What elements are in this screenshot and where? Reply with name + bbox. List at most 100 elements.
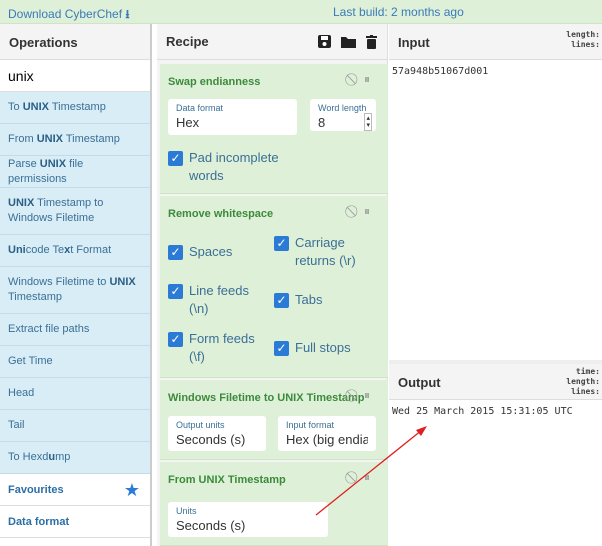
operation-item[interactable]: Parse UNIX file permissions: [0, 156, 150, 188]
operation-item[interactable]: Tail: [0, 410, 150, 442]
field-value: Hex (big endian): [286, 432, 368, 447]
label-part: UNIX: [109, 276, 136, 288]
label-part: From: [8, 133, 37, 145]
pause-icon[interactable]: ⏸: [364, 388, 370, 403]
input-format-field[interactable]: Input format Hex (big endian): [278, 416, 376, 451]
checkbox-label: Pad incomplete words: [189, 150, 279, 183]
operation-label: Parse UNIX file permissions: [8, 157, 142, 187]
stepper-icon[interactable]: ▴ ▾: [364, 113, 372, 131]
label-part: To Hexd: [8, 451, 49, 463]
pad-incomplete-checkbox[interactable]: ✓ Pad incomplete words: [168, 149, 288, 185]
label-part: t Format: [70, 244, 112, 256]
field-value: 8: [318, 115, 326, 130]
download-icon: ⭳: [125, 7, 130, 21]
check-icon: ✓: [274, 293, 289, 308]
line-feeds-checkbox[interactable]: ✓ Line feeds (\n): [168, 282, 263, 318]
label-part: mp: [55, 451, 71, 463]
units-field[interactable]: Units Seconds (s): [168, 502, 328, 537]
pause-icon[interactable]: ⏸: [364, 72, 370, 87]
recipe-title: Recipe: [166, 34, 209, 49]
trash-icon[interactable]: [366, 34, 377, 49]
star-icon: ★: [123, 480, 140, 500]
word-length-field[interactable]: Word length 8 ▴ ▾: [310, 99, 376, 131]
label-part: Timestamp: [63, 133, 120, 145]
label-part: Timestamp: [48, 101, 106, 113]
operation-item[interactable]: Get Time: [0, 346, 150, 378]
field-label: Input format: [286, 420, 335, 430]
operation-label: Windows Filetime to UNIX Timestamp: [8, 275, 142, 305]
field-value: Hex: [176, 115, 200, 130]
save-icon[interactable]: [318, 34, 331, 48]
recipe-op-from-unix-timestamp: From UNIX Timestamp ⃠⏸ UnitsSeconds (s): [160, 462, 388, 546]
operation-item[interactable]: Unicode Text Format: [0, 235, 150, 267]
check-icon: ✓: [168, 284, 183, 299]
output-units-field[interactable]: Output units Seconds (s): [168, 416, 266, 451]
label-part: Get Time: [8, 355, 53, 367]
form-feeds-checkbox[interactable]: ✓ Form feeds (\f): [168, 330, 263, 366]
recipe-op-remove-whitespace: Remove whitespace ⃠⏸ ✓Spaces ✓Carriage r…: [160, 196, 388, 378]
top-bar: Download CyberChef ⭳ Last build: 2 month…: [0, 0, 602, 24]
folder-icon[interactable]: [341, 35, 356, 48]
pause-icon[interactable]: ⏸: [364, 204, 370, 219]
spaces-checkbox[interactable]: ✓ Spaces: [168, 243, 232, 261]
label-part: UNIX: [36, 133, 64, 145]
operation-item[interactable]: Extract file paths: [0, 314, 150, 346]
operation-item[interactable]: Head: [0, 378, 150, 410]
label-part: Parse: [8, 157, 40, 170]
field-label: Output units: [176, 420, 225, 430]
input-textarea[interactable]: 57a948b51067d001: [389, 60, 602, 83]
label-part: To: [8, 101, 23, 113]
tabs-checkbox[interactable]: ✓ Tabs: [274, 291, 322, 309]
operation-item[interactable]: Windows Filetime to UNIX Timestamp: [0, 267, 150, 314]
operation-label: Head: [8, 386, 34, 401]
label-part: code Te: [25, 244, 65, 256]
field-label: Units: [176, 506, 197, 516]
check-icon: ✓: [168, 245, 183, 260]
input-panel: Input length: lines: 57a948b51067d001: [389, 24, 602, 360]
stat: lines:: [571, 40, 600, 49]
data-format-field[interactable]: Data format Hex: [168, 99, 297, 135]
op-title: From UNIX Timestamp: [168, 474, 286, 486]
recipe-op-windows-filetime: Windows Filetime to UNIX Timestamp ⃠⏸ Ou…: [160, 380, 388, 460]
last-build: Last build: 2 months ago: [333, 5, 464, 19]
pause-icon[interactable]: ⏸: [364, 470, 370, 485]
label-part: UNIX: [39, 157, 67, 170]
recipe-panel: Recipe Swap endianness ⃠⏸ Data formatHex…: [157, 24, 388, 546]
operation-item[interactable]: UNIX Timestamp to Windows Filetime: [0, 188, 150, 235]
download-cyberchef-link[interactable]: Download CyberChef ⭳: [8, 5, 130, 26]
input-title-text: Input: [398, 35, 430, 50]
operation-item[interactable]: From UNIX Timestamp: [0, 124, 150, 156]
operations-search-input[interactable]: [0, 60, 150, 92]
operation-label: UNIX Timestamp to Windows Filetime: [8, 196, 142, 226]
operation-item[interactable]: To UNIX Timestamp: [0, 92, 150, 124]
stat: length:: [566, 30, 600, 39]
checkbox-label: Carriage returns (\r): [295, 235, 356, 268]
label-part: Tail: [8, 419, 25, 431]
category-favourites[interactable]: Favourites ★: [0, 474, 150, 506]
operation-label: To Hexdump: [8, 450, 70, 465]
operations-title: Operations: [0, 24, 150, 60]
carriage-returns-checkbox[interactable]: ✓ Carriage returns (\r): [274, 234, 374, 270]
label-part: Uni: [8, 244, 26, 256]
operation-item[interactable]: To Hexdump: [0, 442, 150, 474]
checkbox-label: Tabs: [295, 292, 323, 307]
operation-label: Unicode Text Format: [8, 243, 111, 258]
stat: lines:: [571, 387, 600, 396]
output-title-text: Output: [398, 375, 441, 390]
label-part: Timestamp: [8, 291, 62, 303]
checkbox-label: Line feeds (\n): [189, 283, 249, 316]
stat: length:: [566, 377, 600, 386]
category-label: Favourites: [8, 484, 64, 496]
output-text[interactable]: Wed 25 March 2015 15:31:05 UTC: [389, 400, 602, 423]
category-data-format[interactable]: Data format: [0, 506, 150, 538]
input-title: Input length: lines:: [389, 24, 602, 60]
label-part: Extract file paths: [8, 323, 90, 335]
full-stops-checkbox[interactable]: ✓ Full stops: [274, 339, 351, 357]
operation-label: Tail: [8, 418, 25, 433]
check-icon: ✓: [274, 236, 289, 251]
download-label: Download CyberChef: [8, 7, 123, 21]
stat: time:: [575, 367, 600, 376]
recipe-header: Recipe: [157, 24, 387, 60]
checkbox-label: Full stops: [295, 340, 351, 355]
label-part: UNIX: [22, 101, 49, 113]
